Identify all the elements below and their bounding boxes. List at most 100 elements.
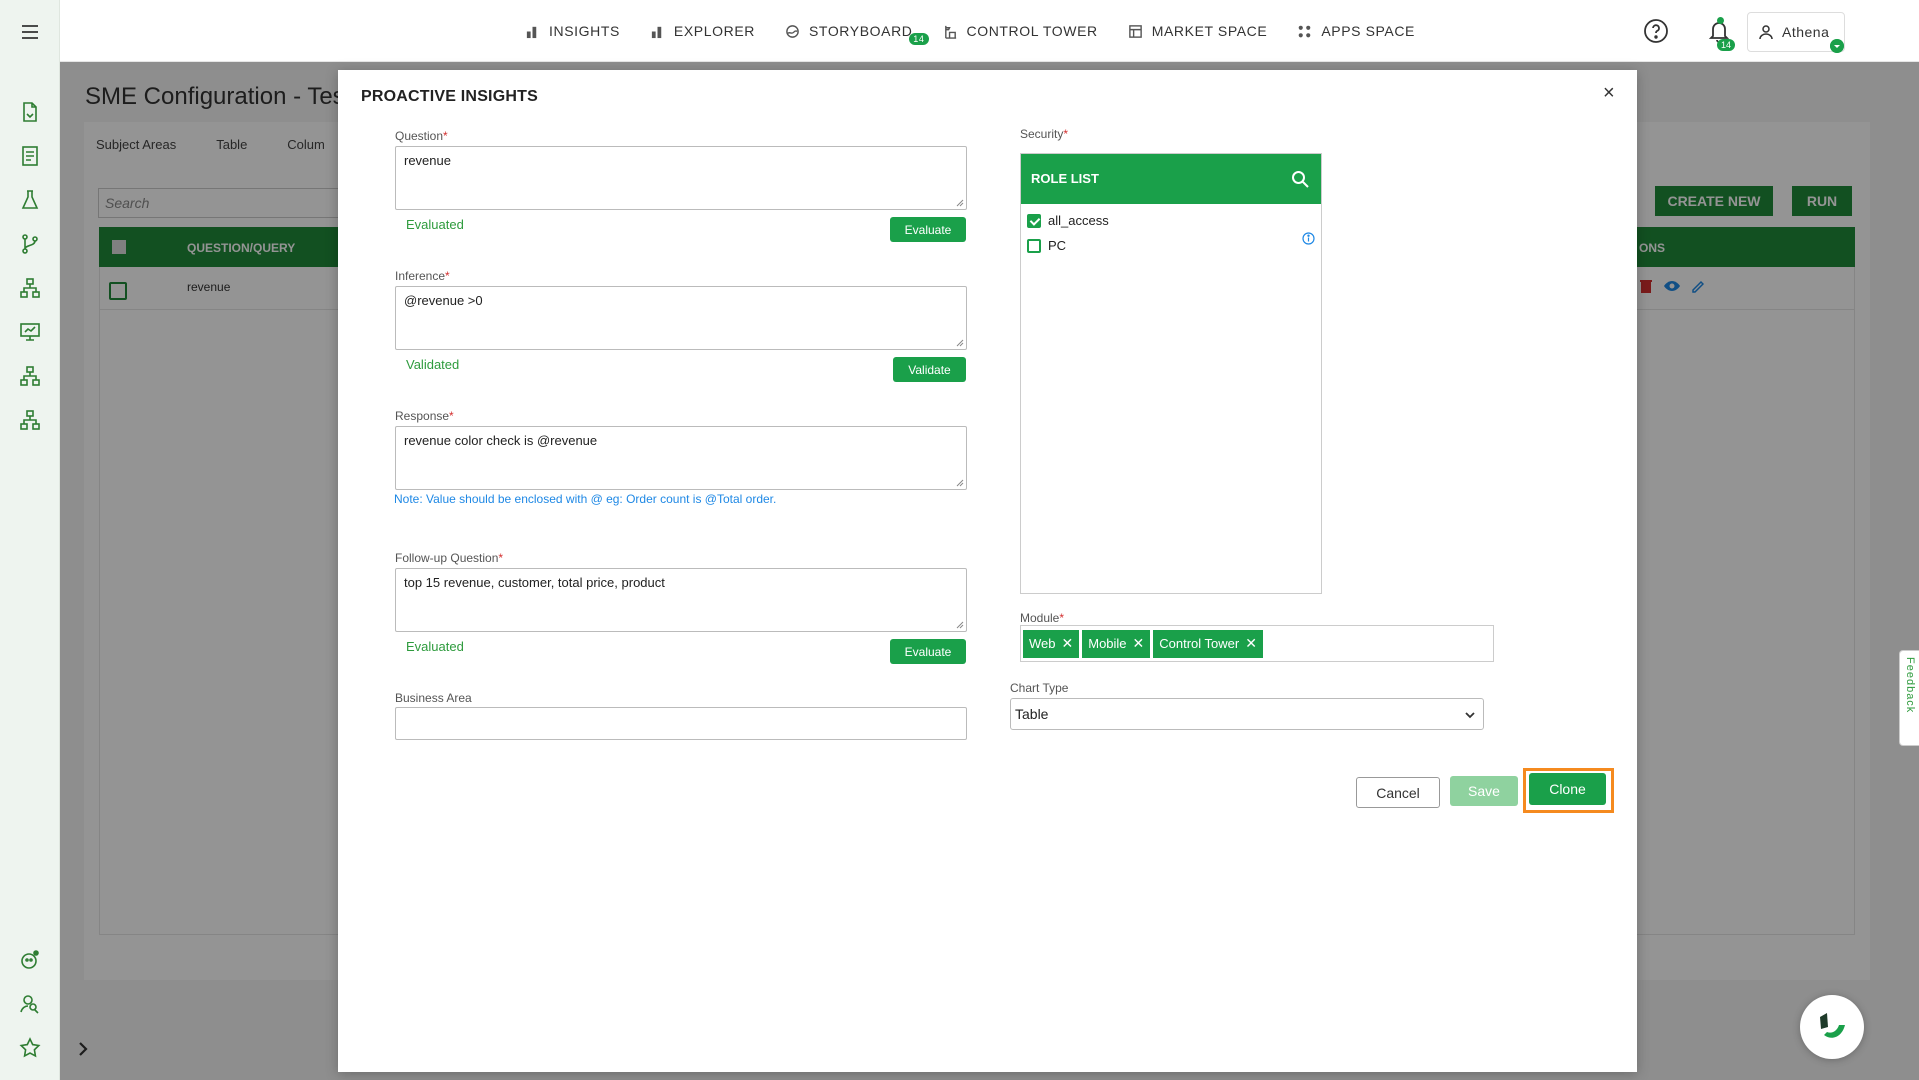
evaluate-followup-button[interactable]: Evaluate	[890, 639, 966, 664]
chevron-down-icon	[1465, 712, 1475, 719]
user-search-icon[interactable]	[18, 992, 42, 1016]
role-item-pc[interactable]: PC	[1027, 238, 1066, 253]
role-name: PC	[1048, 238, 1067, 253]
org-chart-icon[interactable]	[18, 364, 42, 388]
user-icon	[1759, 25, 1773, 40]
feedback-tab[interactable]: Feedback	[1899, 650, 1919, 746]
security-label: Security*	[1020, 127, 1069, 141]
business-area-input[interactable]	[395, 707, 967, 740]
nav-control-tower[interactable]: CONTROL TOWER	[943, 23, 1098, 39]
role-item-all-access[interactable]: all_access	[1027, 213, 1109, 228]
feedback-label: Feedback	[1904, 657, 1916, 714]
info-icon[interactable]	[1302, 232, 1315, 245]
question-value: revenue	[404, 153, 451, 168]
remove-chip-icon[interactable]: ✕	[1133, 635, 1145, 652]
inference-textarea[interactable]: @revenue >0	[395, 286, 967, 350]
nav-market-space[interactable]: MARKET SPACE	[1128, 23, 1268, 39]
chart-type-select[interactable]: Table	[1010, 698, 1484, 730]
role-list-title: ROLE LIST	[1031, 171, 1099, 186]
response-textarea[interactable]: revenue color check is @revenue	[395, 426, 967, 490]
response-note: Note: Value should be enclosed with @ eg…	[394, 492, 777, 506]
nav-apps-space[interactable]: APPS SPACE	[1297, 23, 1415, 39]
nav-explorer[interactable]: EXPLORER	[650, 23, 755, 39]
followup-value: top 15 revenue, customer, total price, p…	[404, 575, 665, 590]
chip-label: Control Tower	[1159, 636, 1240, 651]
nav-insights-label: INSIGHTS	[549, 23, 620, 39]
nav-insights[interactable]: INSIGHTS	[525, 23, 620, 39]
evaluate-question-button[interactable]: Evaluate	[890, 217, 966, 242]
inference-label: Inference*	[395, 269, 450, 283]
close-icon[interactable]: ×	[1603, 82, 1615, 105]
resize-grip-icon[interactable]	[956, 339, 964, 347]
followup-label: Follow-up Question*	[395, 551, 504, 565]
left-sidebar	[0, 0, 60, 1080]
hamburger-menu-icon[interactable]	[18, 20, 42, 44]
role-name: all_access	[1048, 213, 1109, 228]
user-name: Athena	[1782, 24, 1830, 40]
nav-apps-space-label: APPS SPACE	[1321, 23, 1415, 39]
response-label: Response*	[395, 409, 454, 423]
validate-inference-button[interactable]: Validate	[893, 357, 966, 382]
followup-status: Evaluated	[406, 639, 464, 654]
chip-label: Web	[1029, 636, 1056, 651]
presentation-icon[interactable]	[18, 320, 42, 344]
nav-market-space-label: MARKET SPACE	[1151, 23, 1268, 39]
chat-assistant-button[interactable]	[1800, 995, 1864, 1059]
nav-storyboard-label: STORYBOARD	[808, 23, 913, 39]
notification-badge: 14	[1717, 39, 1736, 51]
storyboard-icon	[786, 24, 799, 38]
nav-storyboard[interactable]: STORYBOARD 14	[785, 23, 929, 45]
module-chip-control-tower: Control Tower ✕	[1153, 629, 1263, 658]
inference-value: @revenue >0	[404, 293, 483, 308]
search-icon[interactable]	[1291, 170, 1309, 188]
role-list-header: ROLE LIST	[1021, 154, 1321, 204]
module-label: Module*	[1020, 611, 1065, 625]
role-checkbox[interactable]	[1027, 238, 1041, 253]
remove-chip-icon[interactable]: ✕	[1245, 635, 1257, 652]
assistant-logo-icon	[1820, 1013, 1845, 1038]
storyboard-badge: 14	[909, 33, 929, 45]
notification-dot	[1717, 17, 1724, 24]
flask-icon[interactable]	[18, 188, 42, 212]
module-multiselect[interactable]: Web ✕ Mobile ✕ Control Tower ✕	[1020, 625, 1494, 662]
chart-type-label: Chart Type	[1010, 681, 1069, 695]
top-navigation: INSIGHTS EXPLORER STORYBOARD 14 CONTROL …	[60, 0, 1919, 62]
cancel-button[interactable]: Cancel	[1356, 777, 1440, 808]
help-icon[interactable]	[1643, 18, 1669, 44]
star-icon[interactable]	[18, 1036, 42, 1060]
chevron-down-icon[interactable]	[1830, 39, 1844, 53]
module-chip-mobile: Mobile ✕	[1082, 629, 1151, 658]
tower-icon	[944, 25, 956, 39]
report-icon[interactable]	[18, 144, 42, 168]
market-icon	[1128, 24, 1142, 38]
nav-control-tower-label: CONTROL TOWER	[966, 23, 1098, 39]
modal-title: PROACTIVE INSIGHTS	[361, 88, 538, 105]
inference-status: Validated	[406, 357, 460, 372]
question-label: Question*	[395, 129, 448, 143]
response-value: revenue color check is @revenue	[404, 433, 598, 448]
resize-grip-icon[interactable]	[956, 199, 964, 207]
question-status: Evaluated	[406, 217, 464, 232]
chart-type-value: Table	[1015, 706, 1049, 722]
remove-chip-icon[interactable]: ✕	[1062, 635, 1074, 652]
followup-textarea[interactable]: top 15 revenue, customer, total price, p…	[395, 568, 967, 632]
ai-assistant-icon[interactable]	[18, 948, 42, 972]
resize-grip-icon[interactable]	[956, 621, 964, 629]
clone-button[interactable]: Clone	[1529, 773, 1606, 805]
question-textarea[interactable]: revenue	[395, 146, 967, 210]
role-checkbox-checked[interactable]	[1027, 213, 1041, 228]
hierarchy-icon[interactable]	[18, 276, 42, 300]
business-area-label: Business Area	[395, 691, 472, 705]
document-icon[interactable]	[18, 100, 42, 124]
structure-icon[interactable]	[18, 408, 42, 432]
save-button[interactable]: Save	[1450, 776, 1518, 806]
resize-grip-icon[interactable]	[956, 479, 964, 487]
nav-menu: INSIGHTS EXPLORER STORYBOARD 14 CONTROL …	[525, 0, 1415, 62]
chip-label: Mobile	[1088, 636, 1127, 651]
proactive-insights-modal: PROACTIVE INSIGHTS × Question* revenue E…	[338, 70, 1637, 1072]
module-chip-web: Web ✕	[1023, 629, 1080, 658]
bar-chart-icon	[651, 26, 662, 38]
nav-explorer-label: EXPLORER	[673, 23, 755, 39]
branch-icon[interactable]	[18, 232, 42, 256]
role-list-panel: ROLE LIST all_access PC	[1020, 153, 1322, 594]
